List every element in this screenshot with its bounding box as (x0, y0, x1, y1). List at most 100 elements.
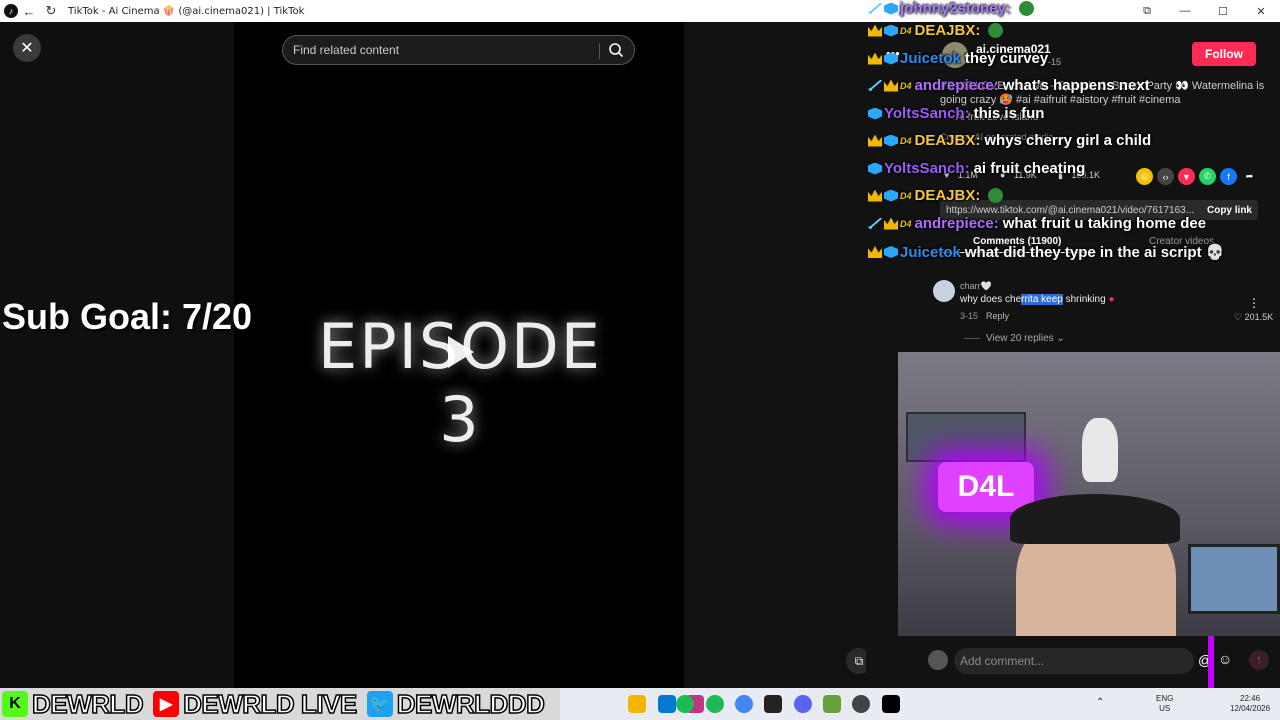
comment-input[interactable]: Add comment... (954, 648, 1194, 674)
arrow-up-icon: ↑ (1256, 654, 1262, 666)
follow-button[interactable]: Follow (1192, 42, 1256, 66)
search-icon[interactable] (608, 42, 624, 58)
comment-date: 3-15 (960, 311, 979, 321)
cube-badge-icon (884, 246, 898, 258)
cherry-emoji-icon: ● (1108, 294, 1115, 305)
close-player-button[interactable]: ✕ (13, 34, 41, 62)
coin-icon[interactable]: ◎ (1136, 168, 1153, 185)
send-comment-button[interactable]: ↑ (1249, 650, 1269, 670)
share-url: https://www.tiktok.com/@ai.cinema021/vid… (946, 204, 1195, 216)
sub-badge-icon: D4 (900, 25, 912, 36)
facebook-icon[interactable]: f (1220, 168, 1237, 185)
sword-badge-icon (868, 79, 882, 92)
crown-badge-icon (868, 24, 882, 37)
chat-username: andrepiece: (914, 77, 999, 94)
clock[interactable]: 22:46 12/04/2026 (1230, 694, 1270, 714)
chat-username: Juicetok (900, 243, 961, 261)
chat-username: DEAJBX: (914, 132, 981, 149)
app-icon-dc[interactable] (764, 695, 782, 713)
chat-message: Juicetok what did they type in the ai scr… (868, 243, 1224, 261)
crown-badge-icon (868, 52, 882, 65)
chat-username: johnny2stoney: (900, 0, 1011, 17)
chat-message: Juicetok they curvey (868, 50, 1048, 67)
embed-icon[interactable]: ‹› (1157, 168, 1174, 185)
back-arrow-icon[interactable]: ← (18, 4, 40, 19)
user-avatar[interactable] (928, 650, 948, 670)
cube-badge-icon (884, 52, 898, 65)
copy-link-button[interactable]: Copy link (1207, 205, 1252, 216)
spotify-icon[interactable] (676, 695, 694, 713)
chat-text: what did they type in the ai script 💀 (964, 244, 1225, 261)
replies-divider (964, 338, 980, 339)
search-placeholder: Find related content (293, 43, 400, 57)
chat-message: D4 andrepiece: what fruit u taking home de… (868, 215, 1206, 232)
region-code: US (1159, 704, 1171, 713)
comment-text: why does cherrita keep shrinking ● (960, 294, 1114, 305)
chat-username: DEAJBX: (914, 22, 981, 39)
goose-figure (1082, 418, 1118, 482)
clock-time: 22:46 (1240, 694, 1261, 703)
comment-more-icon[interactable]: ⋮ (1248, 296, 1260, 310)
comment-reply-button[interactable]: Reply (986, 311, 1009, 321)
youtube-handle: DEWRLD LIVE (182, 688, 358, 720)
minimize-button[interactable]: — (1166, 0, 1204, 22)
crown-badge-icon (868, 246, 882, 258)
cube-badge-icon (884, 2, 898, 15)
chat-message: johnny2stoney: (868, 0, 1034, 17)
search-input[interactable]: Find related content (282, 35, 635, 65)
extensions-icon[interactable]: ⧉ (1128, 0, 1166, 22)
reload-icon[interactable]: ↻ (40, 3, 62, 19)
chat-message: D4 DEAJBX: (868, 22, 1004, 39)
sub-badge-icon: D4 (900, 218, 912, 229)
crown-badge-icon (884, 217, 898, 230)
window-controls: ⧉ — ☐ ✕ (1128, 0, 1280, 22)
sub-badge-icon: D4 (900, 135, 912, 146)
cube-badge-icon (868, 162, 882, 175)
chat-message: D4 DEAJBX: whys cherry girl a child (868, 132, 1151, 149)
discord-icon[interactable] (794, 695, 812, 713)
share-icons: ◎ ‹› ▼ ✆ f ➦ (1136, 168, 1258, 185)
view-replies-button[interactable]: View 20 replies ⌄ (986, 333, 1065, 344)
wall-painting (906, 412, 1026, 462)
chat-username: Juicetok (900, 50, 961, 67)
close-icon: ✕ (20, 40, 34, 57)
spotify-app-icon[interactable] (706, 695, 724, 713)
maximize-button[interactable]: ☐ (1204, 0, 1242, 22)
store-icon[interactable] (658, 695, 676, 713)
close-window-button[interactable]: ✕ (1242, 0, 1280, 22)
chat-text: what's happens next (1002, 77, 1150, 94)
chrome-icon[interactable] (735, 695, 753, 713)
chat-username: andrepiece: (914, 215, 999, 232)
share-arrow-icon[interactable]: ➦ (1241, 168, 1258, 185)
file-explorer-icon[interactable] (628, 695, 646, 713)
social-banner: K DEWRLD ▶ DEWRLD LIVE 🐦 DEWRLDDD (0, 688, 560, 720)
language-indicator[interactable]: ENG US (1156, 694, 1173, 714)
play-icon[interactable] (436, 330, 480, 374)
clock-date: 12/04/2026 (1230, 704, 1271, 713)
comment-author[interactable]: charr🤍 (960, 281, 992, 292)
post-date: -15 (1048, 57, 1062, 67)
screen: ♪ ← ↻ TikTok - Ai Cinema 🍿 (@ai.cinema02… (0, 0, 1280, 720)
windows-taskbar: ⌃ ENG US 22:46 12/04/2026 (560, 688, 1280, 720)
crown-badge-icon (868, 189, 882, 202)
tray-chevron-icon[interactable]: ⌃ (1096, 698, 1104, 708)
cube-badge-icon (884, 24, 898, 37)
youtube-logo-icon: ▶ (153, 691, 180, 717)
whatsapp-icon[interactable]: ✆ (1199, 168, 1216, 185)
chat-text: this is fun (973, 105, 1045, 122)
cube-badge-icon (884, 189, 898, 202)
sword-badge-icon (868, 217, 882, 230)
tiktok-taskbar-icon[interactable] (882, 695, 900, 713)
repost-icon[interactable]: ▼ (1178, 168, 1195, 185)
comment-avatar[interactable] (933, 280, 955, 302)
emote-icon (988, 188, 1004, 203)
comment-like-group[interactable]: ♡ 201.5K (1234, 312, 1273, 323)
blurred-backdrop (0, 22, 234, 688)
neon-sign: D4L (938, 462, 1034, 512)
comment-like-count: 201.5K (1244, 312, 1274, 322)
obs-icon[interactable] (852, 695, 870, 713)
utorrent-icon[interactable] (823, 695, 841, 713)
emoji-picker-icon[interactable]: ☺ (1218, 651, 1232, 667)
comment-text-end: shrinking (1062, 294, 1106, 305)
background-monitor (1188, 544, 1280, 614)
